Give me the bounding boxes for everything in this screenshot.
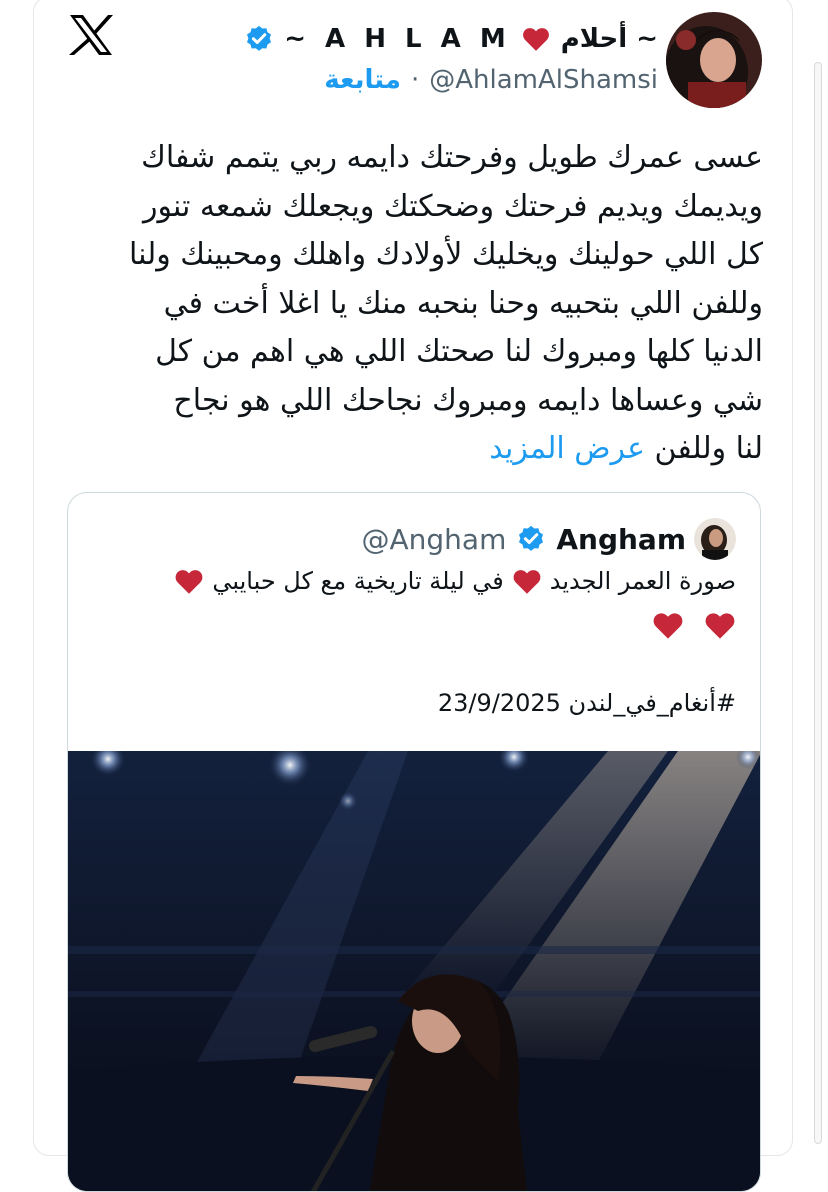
tweet-text: عسى عمرك طويل وفرحتك دايمه ربي يتمم شفاك… xyxy=(66,134,763,474)
quoted-tweet[interactable]: @Angham Angham صورة العمر الجديد في ليلة… xyxy=(67,492,761,1192)
tweet-text-line: وللفن اللي بتحبيه وحنا بنحبه منك يا اغلا… xyxy=(163,285,763,321)
author-avatar[interactable] xyxy=(666,12,762,108)
quoted-hashtag-line[interactable]: #أنغام_في_لندن 23/9/2025 xyxy=(438,689,736,717)
quoted-photo[interactable] xyxy=(68,751,760,1191)
show-more-link[interactable]: عرض المزيد xyxy=(489,431,645,466)
x-logo-icon[interactable] xyxy=(68,14,114,56)
tweet-text-line: كل اللي حولينك ويخليك لأولادك واهلك ومحب… xyxy=(128,237,763,272)
quoted-avatar[interactable] xyxy=(694,518,736,560)
heart-icon xyxy=(704,611,736,640)
scrollbar[interactable] xyxy=(814,62,822,1144)
verified-badge-icon xyxy=(244,24,274,54)
quoted-text-line: صورة العمر الجديد في ليلة تاريخية مع كل … xyxy=(174,567,736,595)
tweet-text-line: ويديمك ويديم فرحتك وضحكتك ويجعلك شمعه تن… xyxy=(143,188,763,224)
quoted-name: Angham xyxy=(556,522,686,556)
heart-icon xyxy=(174,568,204,595)
tweet-text-line: لنا وللفن xyxy=(654,431,763,466)
tweet-text-last-line: لنا وللفن عرض المزيد xyxy=(66,425,763,474)
tweet-text-line: عسى عمرك طويل وفرحتك دايمه ربي يتمم شفاك xyxy=(141,140,763,175)
verified-badge-icon xyxy=(516,524,546,554)
author-name-arabic: أحلام ~ xyxy=(560,24,658,54)
heart-icon xyxy=(512,568,542,595)
author-name-row[interactable]: ~ A H L A M أحلام ~ xyxy=(244,20,658,58)
author-handle[interactable]: @AhlamAlShamsi xyxy=(429,65,658,95)
heart-icon xyxy=(652,611,684,640)
separator-dot: · xyxy=(410,65,420,95)
author-handle-row: متابعة · @AhlamAlShamsi xyxy=(324,62,658,98)
tweet-text-line: الدنيا كلها ومبروك لنا صحتك اللي هي اهم … xyxy=(155,334,763,369)
heart-icon xyxy=(521,26,551,52)
quoted-text-part: في ليلة تاريخية مع كل حبايبي xyxy=(212,567,504,595)
tweet-text-line: شي وعساها دايمه ومبروك نجاحك اللي هو نجا… xyxy=(173,382,763,418)
quoted-hearts-line xyxy=(652,611,736,640)
follow-button[interactable]: متابعة xyxy=(324,65,401,95)
author-name-latin: ~ A H L A M xyxy=(284,24,511,54)
quoted-name-row[interactable]: @Angham Angham xyxy=(361,519,686,559)
quoted-handle[interactable]: @Angham xyxy=(361,523,506,556)
quoted-text-part: صورة العمر الجديد xyxy=(549,567,736,595)
